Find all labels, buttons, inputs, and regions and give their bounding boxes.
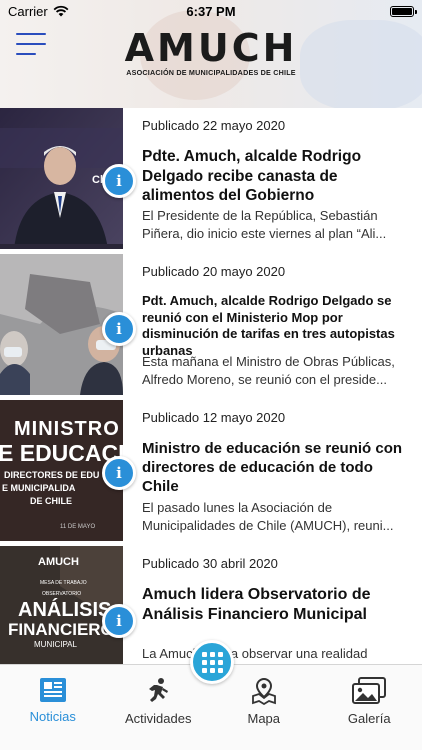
info-icon[interactable]: i xyxy=(102,604,136,638)
battery-icon xyxy=(390,5,417,17)
news-excerpt: Esta mañana el Ministro de Obras Pública… xyxy=(142,354,395,387)
tab-actividades[interactable]: Actividades xyxy=(106,665,212,750)
wifi-icon xyxy=(53,5,69,17)
publish-date: Publicado 22 mayo 2020 xyxy=(142,118,286,133)
news-excerpt: El Presidente de la República, Sebastián… xyxy=(142,208,387,241)
news-excerpt: La Amuch busca observar una realidad xyxy=(142,646,368,661)
news-title: Ministro de educación se reunió con dire… xyxy=(142,440,403,496)
tab-galeria[interactable]: Galería xyxy=(317,665,422,750)
news-card[interactable]: MINISTRO E EDUCACIÓ DIRECTORES DE EDU E … xyxy=(0,400,422,546)
grid-menu-button[interactable] xyxy=(190,640,234,684)
amuch-logo: AMUCH ASOCIACIÓN DE MUNICIPALIDADES DE C… xyxy=(124,26,298,77)
news-card[interactable]: i Publicado 20 mayo 2020 Pdt. Amuch, alc… xyxy=(0,254,422,400)
photo-gallery-icon xyxy=(352,677,387,704)
news-title: Amuch lidera Observatorio de Análisis Fi… xyxy=(142,586,371,624)
info-icon[interactable]: i xyxy=(102,456,136,490)
news-title: Pdt. Amuch, alcalde Rodrigo Delgado se r… xyxy=(142,293,395,358)
tab-noticias[interactable]: Noticias xyxy=(0,665,106,750)
publish-date: Publicado 12 mayo 2020 xyxy=(142,410,286,425)
map-pin-icon xyxy=(251,677,276,705)
news-title: Pdte. Amuch, alcalde Rodrigo Delgado rec… xyxy=(142,148,362,205)
info-icon[interactable]: i xyxy=(102,312,136,346)
newspaper-icon xyxy=(39,678,66,702)
carrier-label: Carrier xyxy=(8,3,48,19)
publish-date: Publicado 20 mayo 2020 xyxy=(142,264,286,279)
news-list: Chile i Publicado 22 mayo 2020 Pdte. Amu… xyxy=(0,108,422,692)
info-icon[interactable]: i xyxy=(102,164,136,198)
news-excerpt: El pasado lunes la Asociación de Municip… xyxy=(142,500,394,533)
hamburger-menu-icon[interactable] xyxy=(16,33,46,55)
publish-date: Publicado 30 abril 2020 xyxy=(142,556,278,571)
status-bar: Carrier 6:37 PM xyxy=(0,0,422,22)
news-card[interactable]: Chile i Publicado 22 mayo 2020 Pdte. Amu… xyxy=(0,108,422,254)
running-person-icon xyxy=(149,678,169,702)
app-screen: AMUCH ASOCIACIÓN DE MUNICIPALIDADES DE C… xyxy=(0,0,422,750)
